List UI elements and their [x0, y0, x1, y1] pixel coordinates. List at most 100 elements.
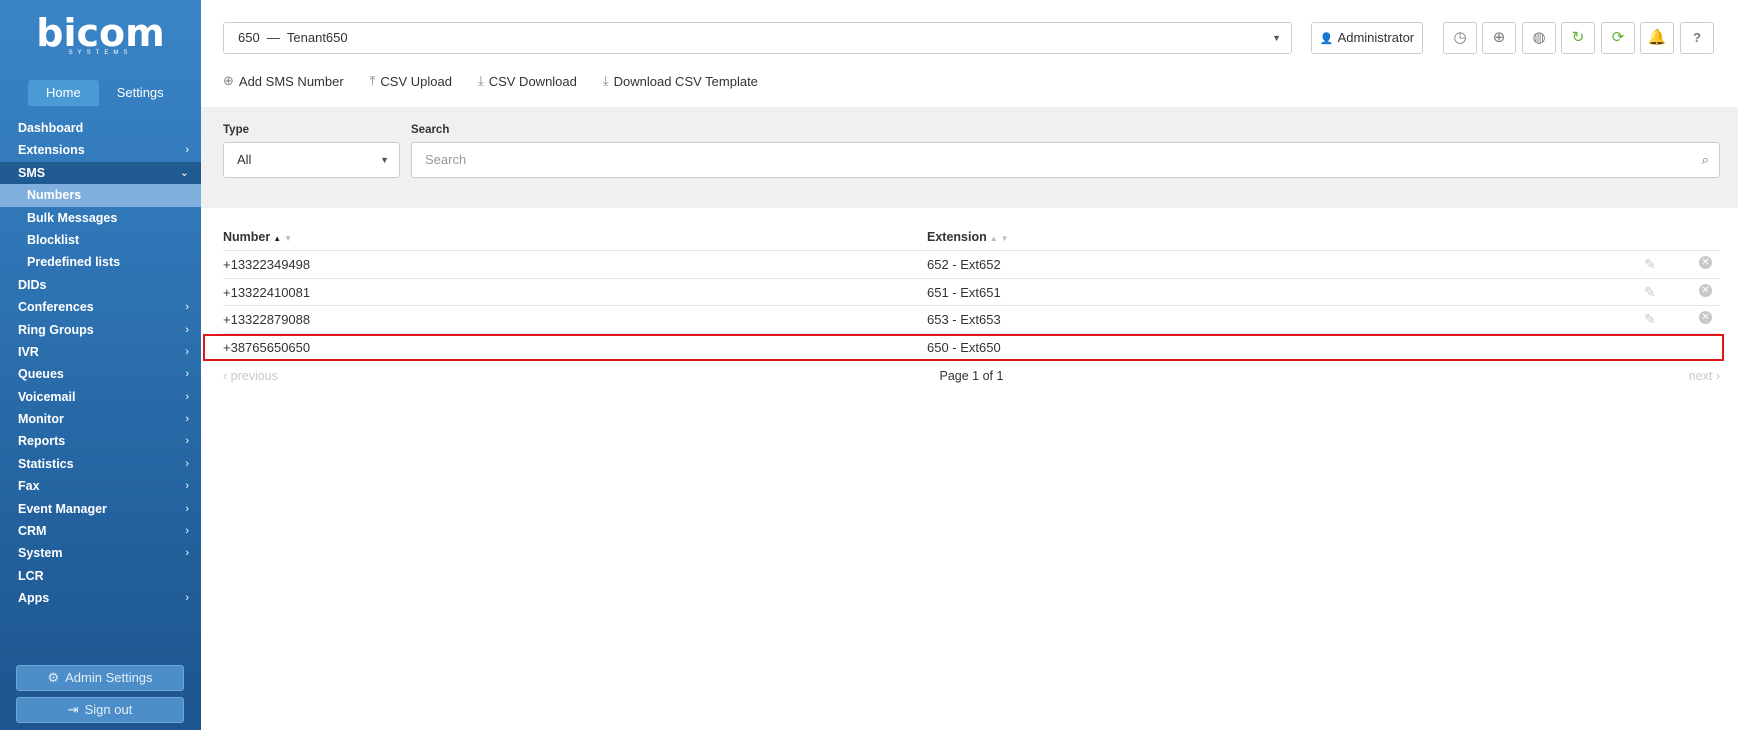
cell-number: +13322349498	[223, 257, 311, 272]
csv-download-button[interactable]: ⤓ CSV Download	[478, 73, 577, 89]
chevron-right-icon: ›	[185, 502, 189, 515]
table-header: Number ▲ ▼ Extension ▲ ▼	[223, 224, 1720, 251]
sort-asc-icon: ▲	[273, 234, 282, 243]
nav-sms-bulk-messages[interactable]: Bulk Messages	[0, 207, 201, 229]
tenant-select[interactable]: 650 — Tenant650 ▼	[223, 22, 1292, 54]
sort-desc-icon: ▼	[1000, 234, 1009, 243]
edit-icon[interactable]: ✎	[1644, 256, 1656, 273]
nav-fax[interactable]: Fax ›	[0, 475, 201, 497]
nav-reports[interactable]: Reports ›	[0, 430, 201, 452]
nav-event-manager[interactable]: Event Manager ›	[0, 498, 201, 520]
nav-ring-groups[interactable]: Ring Groups ›	[0, 319, 201, 341]
bell-icon[interactable]: 🔔	[1640, 22, 1674, 54]
tab-settings[interactable]: Settings	[99, 80, 182, 106]
support-icon[interactable]: ⊕	[1482, 22, 1516, 54]
delete-icon[interactable]: ✕	[1699, 283, 1712, 297]
logo: bicom SYSTEMS	[0, 14, 201, 56]
nav-statistics[interactable]: Statistics ›	[0, 453, 201, 475]
chevron-right-icon: ›	[185, 323, 189, 336]
user-label: Administrator	[1337, 30, 1415, 45]
chevron-right-icon: ›	[185, 525, 189, 538]
table-row[interactable]: +13322349498 652 - Ext652 ✎ ✕	[223, 251, 1720, 279]
tenant-value: 650 — Tenant650	[238, 30, 348, 45]
column-label: Number	[223, 230, 271, 244]
caret-down-icon: ▼	[1272, 33, 1281, 43]
nav-monitor[interactable]: Monitor ›	[0, 408, 201, 430]
table-row[interactable]: +13322879088 653 - Ext653 ✎ ✕	[223, 306, 1720, 334]
gears-icon: ⚙	[47, 670, 60, 685]
nav-conferences[interactable]: Conferences ›	[0, 296, 201, 318]
nav-label: SMS	[18, 165, 46, 180]
action-bar: ⊕ Add SMS Number ⤒ CSV Upload ⤓ CSV Downloa…	[223, 71, 784, 91]
search-input[interactable]: Search ⌕	[411, 142, 1720, 178]
edit-icon[interactable]: ✎	[1644, 284, 1656, 301]
table-row[interactable]: +13322410081 651 - Ext651 ✎ ✕	[223, 279, 1720, 307]
brand-name: bicom	[36, 11, 165, 55]
chevron-right-icon: ›	[185, 368, 189, 381]
globe-icon[interactable]: ◍	[1522, 22, 1556, 54]
delete-icon[interactable]: ✕	[1699, 256, 1712, 269]
nav-label: Fax	[18, 479, 40, 494]
nav-label: Event Manager	[18, 501, 107, 516]
column-label: Extension	[927, 230, 987, 244]
cell-extension: 650 - Ext650	[927, 339, 1001, 355]
nav-label: Apps	[18, 591, 50, 606]
download-csv-template-button[interactable]: ⤓ Download CSV Template	[603, 73, 758, 89]
nav-dids[interactable]: DIDs	[0, 274, 201, 296]
nav-system[interactable]: System ›	[0, 542, 201, 564]
column-extension[interactable]: Extension ▲ ▼	[927, 230, 1009, 244]
search-placeholder: Search	[425, 152, 467, 167]
cell-number: +13322879088	[223, 312, 311, 328]
nav-label: IVR	[18, 344, 39, 359]
add-sms-number-button[interactable]: ⊕ Add SMS Number	[223, 73, 344, 89]
sign-out-button[interactable]: ⇥ Sign out	[16, 697, 184, 723]
user-button[interactable]: 👤 Administrator	[1311, 22, 1423, 54]
sidebar-nav: Dashboard Extensions › SMS ⌄ Numbers Bulk …	[0, 117, 201, 610]
nav-sms[interactable]: SMS ⌄	[0, 161, 201, 185]
nav-label: Voicemail	[18, 389, 76, 404]
nav-sms-blocklist[interactable]: Blocklist	[0, 229, 201, 251]
tab-home[interactable]: Home	[28, 80, 99, 106]
nav-label: LCR	[18, 568, 44, 583]
chevron-right-icon: ›	[185, 592, 189, 605]
nav-extensions[interactable]: Extensions ›	[0, 139, 201, 161]
nav-ivr[interactable]: IVR ›	[0, 341, 201, 363]
admin-settings-button[interactable]: ⚙ Admin Settings	[16, 665, 184, 691]
chevron-right-icon: ›	[185, 480, 189, 493]
chevron-right-icon: ›	[185, 345, 189, 358]
download-icon: ⤓	[477, 73, 484, 88]
admin-settings-label: Admin Settings	[65, 670, 153, 685]
csv-upload-button[interactable]: ⤒ CSV Upload	[370, 73, 452, 89]
table-row-highlighted[interactable]: +38765650650 650 - Ext650	[203, 333, 1724, 362]
nav-label: Ring Groups	[18, 322, 94, 337]
nav-voicemail[interactable]: Voicemail ›	[0, 386, 201, 408]
help-icon[interactable]: ?	[1680, 22, 1714, 54]
sort-desc-icon: ▼	[284, 234, 293, 243]
sort-asc-icon: ▲	[989, 234, 998, 243]
next-page-link[interactable]: next ›	[1689, 369, 1720, 383]
nav-sms-numbers[interactable]: Numbers	[0, 184, 201, 207]
delete-icon[interactable]: ✕	[1699, 311, 1712, 325]
clock-icon[interactable]: ◷	[1443, 22, 1477, 54]
sidebar-tabs: Home Settings	[28, 80, 182, 106]
nav-label: Dashboard	[18, 121, 84, 135]
nav-queues[interactable]: Queues ›	[0, 363, 201, 385]
plus-circle-icon: ⊕	[223, 73, 234, 88]
nav-crm[interactable]: CRM ›	[0, 520, 201, 542]
nav-lcr[interactable]: LCR	[0, 565, 201, 587]
type-select[interactable]: All ▼	[223, 142, 400, 178]
sync-icon[interactable]: ⟳	[1601, 22, 1635, 54]
nav-label: Reports	[18, 434, 66, 449]
chevron-right-icon: ›	[185, 457, 189, 470]
sign-out-label: Sign out	[84, 702, 133, 717]
reload-icon[interactable]: ↻	[1561, 22, 1595, 54]
column-number[interactable]: Number ▲ ▼	[223, 230, 292, 244]
edit-icon[interactable]: ✎	[1644, 311, 1656, 328]
cell-number: +38765650650	[223, 339, 311, 355]
type-label: Type	[223, 124, 249, 136]
nav-apps[interactable]: Apps ›	[0, 587, 201, 609]
cell-number: +13322410081	[223, 284, 311, 300]
nav-sms-predefined-lists[interactable]: Predefined lists	[0, 251, 201, 273]
nav-dashboard[interactable]: Dashboard	[0, 117, 201, 139]
cell-extension: 653 - Ext653	[927, 312, 1001, 328]
